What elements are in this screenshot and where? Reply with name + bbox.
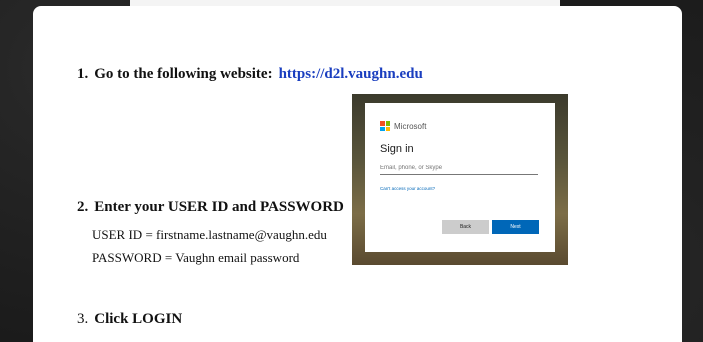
- step-3: 3. Click LOGIN: [77, 311, 182, 328]
- step-1-text: Go to the following website:: [94, 66, 273, 82]
- cant-access-link[interactable]: Can't access your account?: [380, 186, 435, 191]
- step-2-text: Enter your USER ID and PASSWORD: [94, 199, 344, 215]
- microsoft-logo-icon: [380, 121, 390, 131]
- user-id-instruction: USER ID = firstname.lastname@vaughn.edu: [92, 227, 327, 242]
- website-link[interactable]: https://d2l.vaughn.edu: [279, 66, 423, 82]
- step-1: 1. Go to the following website: https://d2…: [77, 66, 423, 83]
- back-button[interactable]: Back: [442, 220, 489, 234]
- email-field[interactable]: [380, 161, 538, 175]
- password-instruction: PASSWORD = Vaughn email password: [92, 250, 300, 265]
- signin-screenshot: Microsoft Sign in Can't access your acco…: [352, 94, 568, 265]
- next-button[interactable]: Next: [492, 220, 539, 234]
- microsoft-name: Microsoft: [394, 121, 427, 131]
- step-2-number: 2.: [77, 199, 89, 215]
- step-1-number: 1.: [77, 66, 89, 82]
- microsoft-brand: Microsoft: [380, 121, 426, 131]
- step-3-text: Click LOGIN: [94, 311, 183, 327]
- signin-title: Sign in: [380, 143, 414, 155]
- signin-dialog: Microsoft Sign in Can't access your acco…: [365, 103, 555, 252]
- step-2: 2. Enter your USER ID and PASSWORD: [77, 199, 344, 216]
- step-3-number: 3.: [77, 311, 89, 327]
